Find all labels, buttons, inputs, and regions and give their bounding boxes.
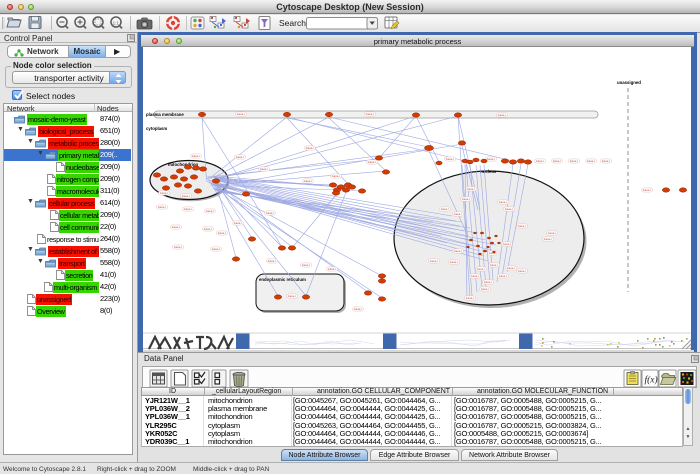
svg-text:Gene-l: Gene-l [454,249,462,253]
svg-text:Gene-l: Gene-l [441,207,449,211]
svg-text:Gene-l: Gene-l [174,245,182,249]
svg-text:Gene-l: Gene-l [643,188,651,192]
svg-text:plasma membrane: plasma membrane [146,112,184,117]
svg-text:Gene-l: Gene-l [499,200,507,204]
svg-text:unassigned: unassigned [617,80,641,85]
svg-text:endoplasmic reticulum: endoplasmic reticulum [259,277,306,282]
svg-text:Gene-l: Gene-l [430,259,438,263]
svg-text:Gene-l: Gene-l [499,274,507,278]
svg-text:Gene-l: Gene-l [518,269,526,273]
svg-text:Gene-l: Gene-l [446,157,454,161]
svg-text:Gene-l: Gene-l [477,267,485,271]
svg-text:Gene-l: Gene-l [481,287,489,291]
svg-text:Gene-l: Gene-l [236,155,244,159]
svg-text:Gene-l: Gene-l [192,154,200,158]
svg-text:Gene-l: Gene-l [288,294,296,298]
svg-text:Gene-l: Gene-l [467,187,475,191]
svg-text:Gene-l: Gene-l [172,225,180,229]
svg-text:Gene-l: Gene-l [536,159,544,163]
svg-text:Gene-l: Gene-l [332,174,340,178]
svg-text:Gene-l: Gene-l [184,207,192,211]
svg-text:Gene-l: Gene-l [268,259,276,263]
svg-text:Gene-l: Gene-l [160,191,168,195]
svg-text:Gene-l: Gene-l [498,113,506,117]
svg-text:Gene-l: Gene-l [158,205,166,209]
svg-text:Gene-l: Gene-l [490,263,498,267]
svg-text:Gene-l: Gene-l [587,159,595,163]
svg-text:Gene-l: Gene-l [368,160,376,164]
svg-text:Gene-l: Gene-l [553,159,561,163]
svg-text:Gene-l: Gene-l [484,280,492,284]
svg-text:Gene-l: Gene-l [505,207,513,211]
svg-text:Gene-l: Gene-l [503,242,511,246]
svg-text:Gene-l: Gene-l [234,221,242,225]
svg-text:Gene-l: Gene-l [518,224,526,228]
svg-text:Gene-l: Gene-l [462,197,470,201]
svg-text:Gene-l: Gene-l [204,227,212,231]
svg-text:Gene-l: Gene-l [206,209,214,213]
svg-text:Gene-l: Gene-l [471,274,479,278]
svg-text:Gene-l: Gene-l [570,159,578,163]
svg-text:Gene-l: Gene-l [302,263,310,267]
svg-text:Gene-l: Gene-l [487,157,495,161]
svg-text:Gene-l: Gene-l [602,159,610,163]
svg-text:Gene-l: Gene-l [304,179,312,183]
svg-text:Gene-l: Gene-l [450,260,458,264]
svg-text:Gene-l: Gene-l [306,146,314,150]
svg-text:Gene-l: Gene-l [354,307,362,311]
svg-text:Gene-l: Gene-l [266,211,274,215]
svg-text:Gene-l: Gene-l [182,194,190,198]
svg-text:cytoplasm: cytoplasm [146,126,167,131]
svg-text:f(x): f(x) [645,375,658,386]
svg-text:Gene-l: Gene-l [237,112,245,116]
svg-text:Gene-l: Gene-l [260,167,268,171]
svg-text:Gene-l: Gene-l [466,296,474,300]
svg-text:Gene-l: Gene-l [328,267,336,271]
svg-text:Gene-l: Gene-l [218,231,226,235]
svg-text:Search:: Search: [279,18,308,28]
svg-text:Gene-l: Gene-l [454,212,462,216]
svg-text:Gene-l: Gene-l [366,112,374,116]
svg-text:Gene-l: Gene-l [544,237,552,241]
svg-text:Gene-l: Gene-l [548,231,556,235]
svg-text:Gene-l: Gene-l [212,247,220,251]
svg-text:nucleus: nucleus [480,169,497,174]
svg-text:Gene-l: Gene-l [507,266,515,270]
